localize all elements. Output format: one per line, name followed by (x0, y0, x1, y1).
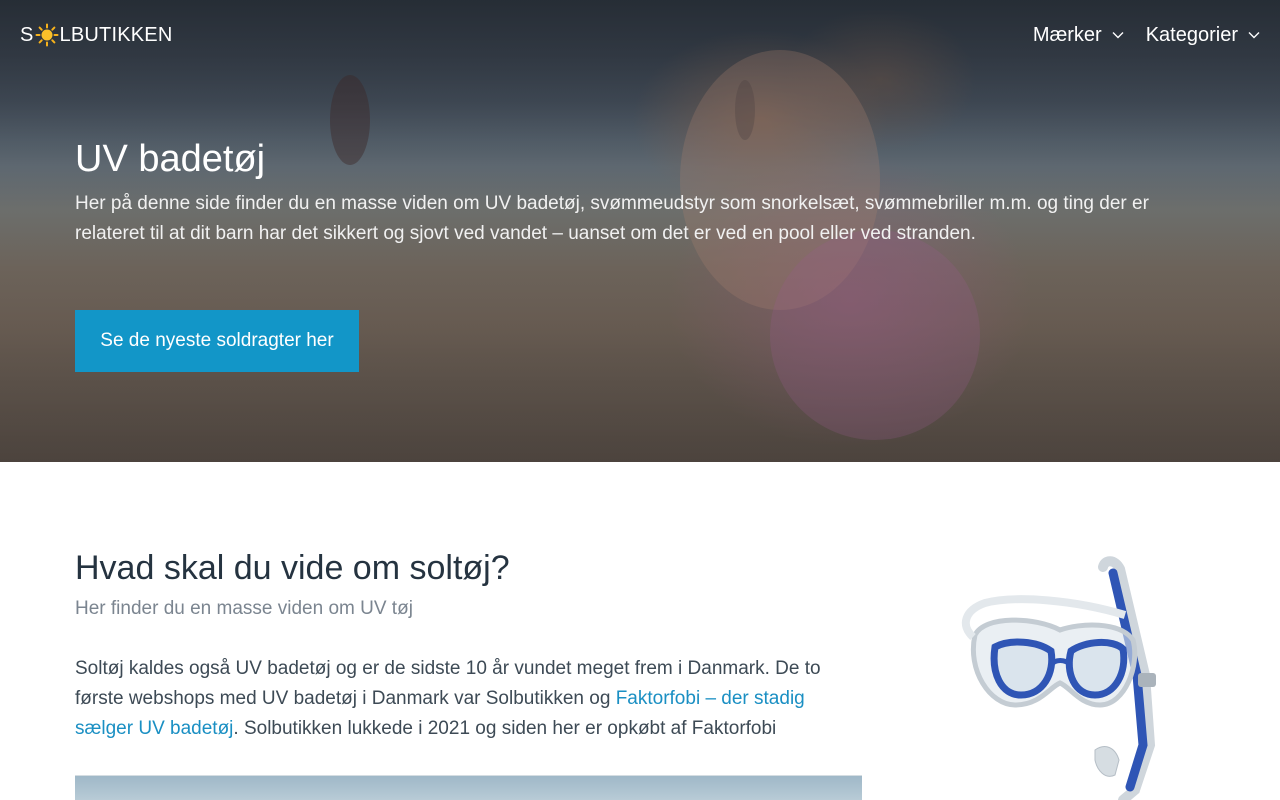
sun-icon (35, 23, 59, 47)
chevron-down-icon (1248, 32, 1260, 39)
snorkel-set-image (961, 556, 1156, 800)
site-logo[interactable]: S LBUTIKKEN (20, 23, 173, 47)
hero-description: Her på denne side finder du en masse vid… (75, 193, 1149, 244)
menu-item-maerker[interactable]: Mærker (1033, 24, 1124, 47)
section-title: Hvad skal du vide om soltøj? (75, 549, 510, 587)
paragraph-text-end: . Solbutikken lukkede i 2021 og siden he… (233, 718, 777, 739)
menu-item-kategorier[interactable]: Kategorier (1146, 24, 1260, 47)
top-navigation: S LBUTIKKEN Mærker Kategorier (20, 18, 1260, 52)
logo-text-prefix: S (20, 23, 34, 46)
article-image (75, 775, 862, 800)
main-menu: Mærker Kategorier (1033, 24, 1260, 47)
intro-paragraph: Soltøj kaldes også UV badetøj og er de s… (75, 654, 865, 744)
menu-item-label: Kategorier (1145, 23, 1238, 46)
logo-text-suffix: LBUTIKKEN (59, 23, 173, 46)
newest-sunsuits-button[interactable]: Se de nyeste soldragter her (75, 310, 359, 372)
chevron-down-icon (1112, 32, 1124, 39)
section-subtitle: Her finder du en masse viden om UV tøj (75, 598, 413, 619)
hero-title: UV badetøj (75, 138, 266, 180)
hero-section: S LBUTIKKEN Mærker Kategorier UV badetøj… (0, 0, 1280, 462)
menu-item-label: Mærker (1032, 23, 1102, 46)
